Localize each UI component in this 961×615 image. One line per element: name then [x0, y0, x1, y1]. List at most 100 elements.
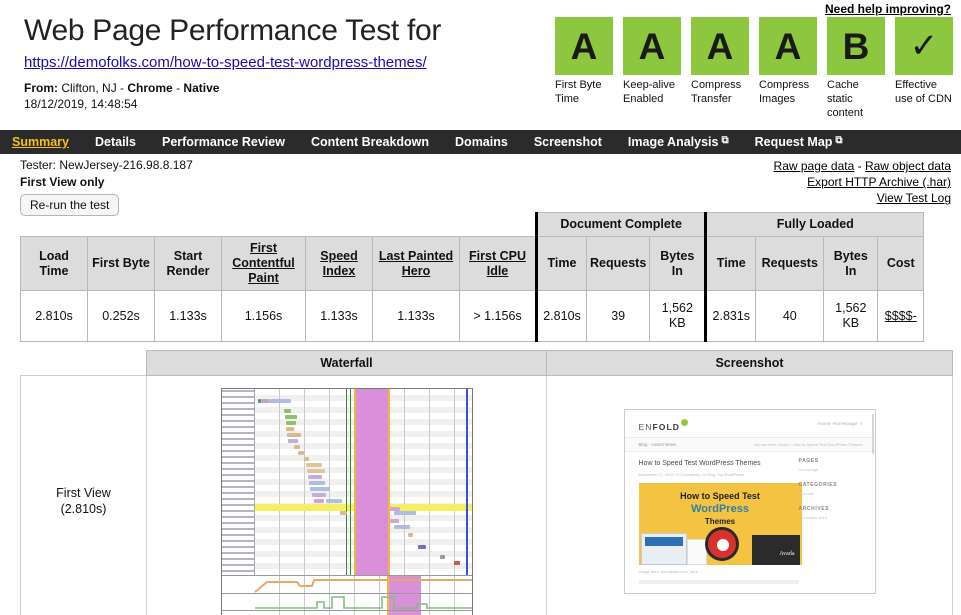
metrics-table-container: Document Complete Fully Loaded Load Time…	[20, 212, 952, 342]
waterfall-bar	[408, 533, 413, 537]
sidebar-heading-pages: PAGES	[799, 458, 861, 464]
page-screenshot-thumbnail[interactable]: ENFOLD Home Homepage ⌕ Blog - Latest New…	[624, 409, 876, 594]
bandwidth-line	[222, 576, 472, 594]
value-first-contentful-paint: 1.156s	[222, 291, 306, 342]
waterfall-bar	[394, 525, 410, 529]
grade-first-byte-time[interactable]: A First Byte Time	[555, 17, 613, 120]
first-view-row: First View (2.810s)	[21, 376, 953, 615]
site-sidebar: PAGES Homepage CATEGORIES Specials ARCHI…	[799, 458, 861, 520]
export-http-archive-link[interactable]: Export HTTP Archive (.har)	[807, 175, 951, 189]
grade-letter: A	[555, 17, 613, 75]
col-last-painted-hero[interactable]: Last Painted Hero	[373, 237, 460, 291]
grade-letter: A	[691, 17, 749, 75]
col-first-cpu-idle[interactable]: First CPU Idle	[460, 237, 537, 291]
grade-badges: A First Byte Time A Keep-alive Enabled A…	[555, 17, 953, 120]
view-test-log-link[interactable]: View Test Log	[877, 191, 951, 205]
export-har-line: Export HTTP Archive (.har)	[774, 174, 951, 190]
screenshot-header: Screenshot	[547, 351, 953, 376]
waterfall-bar	[394, 511, 416, 515]
waterfall-bar	[310, 487, 330, 491]
tab-request-map[interactable]: Request Map⧉	[755, 135, 843, 149]
sidebar-heading-categories: CATEGORIES	[799, 482, 861, 488]
waterfall-cpu-chart	[222, 593, 472, 611]
need-help-improving-link[interactable]: Need help improving?	[825, 2, 951, 16]
grade-label: Effective use of CDN	[895, 79, 953, 107]
first-view-only-label: First View only	[20, 175, 193, 189]
hero-line-3: Themes	[639, 517, 802, 526]
tab-performance-review[interactable]: Performance Review	[162, 135, 285, 149]
raw-data-links-line: Raw page data - Raw object data	[774, 158, 951, 174]
raw-page-data-link[interactable]: Raw page data	[774, 159, 855, 173]
tab-image-analysis[interactable]: Image Analysis⧉	[628, 135, 729, 149]
waterfall-bandwidth-chart	[222, 575, 472, 594]
waterfall-bar	[390, 507, 400, 511]
waterfall-bar	[326, 499, 342, 503]
waterfall-bar	[306, 463, 322, 467]
sidebar-item-pages: Homepage	[799, 467, 861, 472]
grade-cache-static-content[interactable]: B Cache static content	[827, 17, 885, 120]
tab-details[interactable]: Details	[95, 135, 136, 149]
waterfall-request-labels	[222, 389, 255, 575]
logo-dot-icon	[681, 419, 688, 426]
webpagetest-results-page: Need help improving? Web Page Performanc…	[0, 0, 961, 615]
metrics-data-row: 2.810s 0.252s 1.133s 1.156s 1.133s 1.133…	[21, 291, 924, 342]
waterfall-thumbnail[interactable]	[221, 388, 473, 615]
grade-label: First Byte Time	[555, 79, 613, 107]
value-full-requests: 40	[756, 291, 824, 342]
browser-name: Chrome	[127, 81, 172, 95]
waterfall-bar	[340, 511, 347, 515]
waterfall-bar	[390, 519, 399, 523]
screenshot-cell[interactable]: ENFOLD Home Homepage ⌕ Blog - Latest New…	[547, 376, 953, 615]
grade-compress-images[interactable]: A Compress Images	[759, 17, 817, 120]
waterfall-bar	[286, 427, 294, 431]
grade-label: Compress Images	[759, 79, 817, 107]
tab-screenshot[interactable]: Screenshot	[534, 135, 602, 149]
col-first-contentful-paint[interactable]: First Contentful Paint	[222, 237, 306, 291]
subchart-dom-band	[387, 611, 421, 615]
tab-domains[interactable]: Domains	[455, 135, 508, 149]
waterfall-cell[interactable]	[147, 376, 547, 615]
links-separator: -	[854, 159, 865, 173]
hero-card-middle	[687, 539, 707, 565]
value-first-byte: 0.252s	[88, 291, 155, 342]
col-doc-bytes-in: Bytes In	[650, 237, 706, 291]
scrollbar-thumb[interactable]	[872, 414, 874, 454]
tab-label: Image Analysis	[628, 135, 719, 149]
col-full-requests: Requests	[756, 237, 824, 291]
col-full-bytes-in: Bytes In	[824, 237, 878, 291]
value-cost[interactable]: $$$$-	[878, 291, 924, 342]
post-meta: December 17, 2019 / 0 Comments / in Blog…	[639, 472, 744, 477]
connection-type: Native	[183, 81, 219, 95]
waterfall-fully-loaded-line	[466, 389, 468, 575]
metrics-column-header-row: Load Time First Byte Start Render First …	[21, 237, 924, 291]
logo-part-1: EN	[639, 421, 653, 431]
external-link-icon: ⧉	[721, 135, 728, 146]
waterfall-bar	[307, 469, 325, 473]
waterfall-bar	[454, 561, 460, 565]
post-featured-image: How to Speed Test WordPress Themes	[639, 483, 802, 565]
col-load-time: Load Time	[21, 237, 88, 291]
value-start-render: 1.133s	[155, 291, 222, 342]
grade-label: Keep-alive Enabled	[623, 79, 681, 107]
hero-line-2: WordPress	[639, 503, 802, 515]
waterfall-screenshot-table: Waterfall Screenshot First View (2.810s)	[20, 350, 953, 615]
image-caption: Image from: demofolks.com, here	[639, 569, 699, 574]
tab-content-breakdown[interactable]: Content Breakdown	[311, 135, 429, 149]
grade-effective-use-of-cdn[interactable]: ✓ Effective use of CDN	[895, 17, 953, 120]
raw-object-data-link[interactable]: Raw object data	[865, 159, 951, 173]
metrics-group-spacer	[21, 213, 537, 237]
value-doc-bytes-in: 1,562 KB	[650, 291, 706, 342]
col-speed-index[interactable]: Speed Index	[306, 237, 373, 291]
metrics-table: Document Complete Fully Loaded Load Time…	[20, 212, 924, 342]
value-last-painted-hero: 1.133s	[373, 291, 460, 342]
grade-compress-transfer[interactable]: A Compress Transfer	[691, 17, 749, 120]
waterfall-bar	[294, 445, 300, 449]
tab-summary[interactable]: Summary	[12, 135, 69, 149]
col-full-time: Time	[706, 237, 756, 291]
view-label: First View	[22, 485, 145, 501]
logo-part-2: FOLD	[653, 421, 681, 431]
waterfall-dom-content-loaded-band	[354, 389, 390, 575]
grade-keep-alive-enabled[interactable]: A Keep-alive Enabled	[623, 17, 681, 120]
waterfall-start-render-line	[346, 389, 348, 575]
grade-letter: A	[759, 17, 817, 75]
